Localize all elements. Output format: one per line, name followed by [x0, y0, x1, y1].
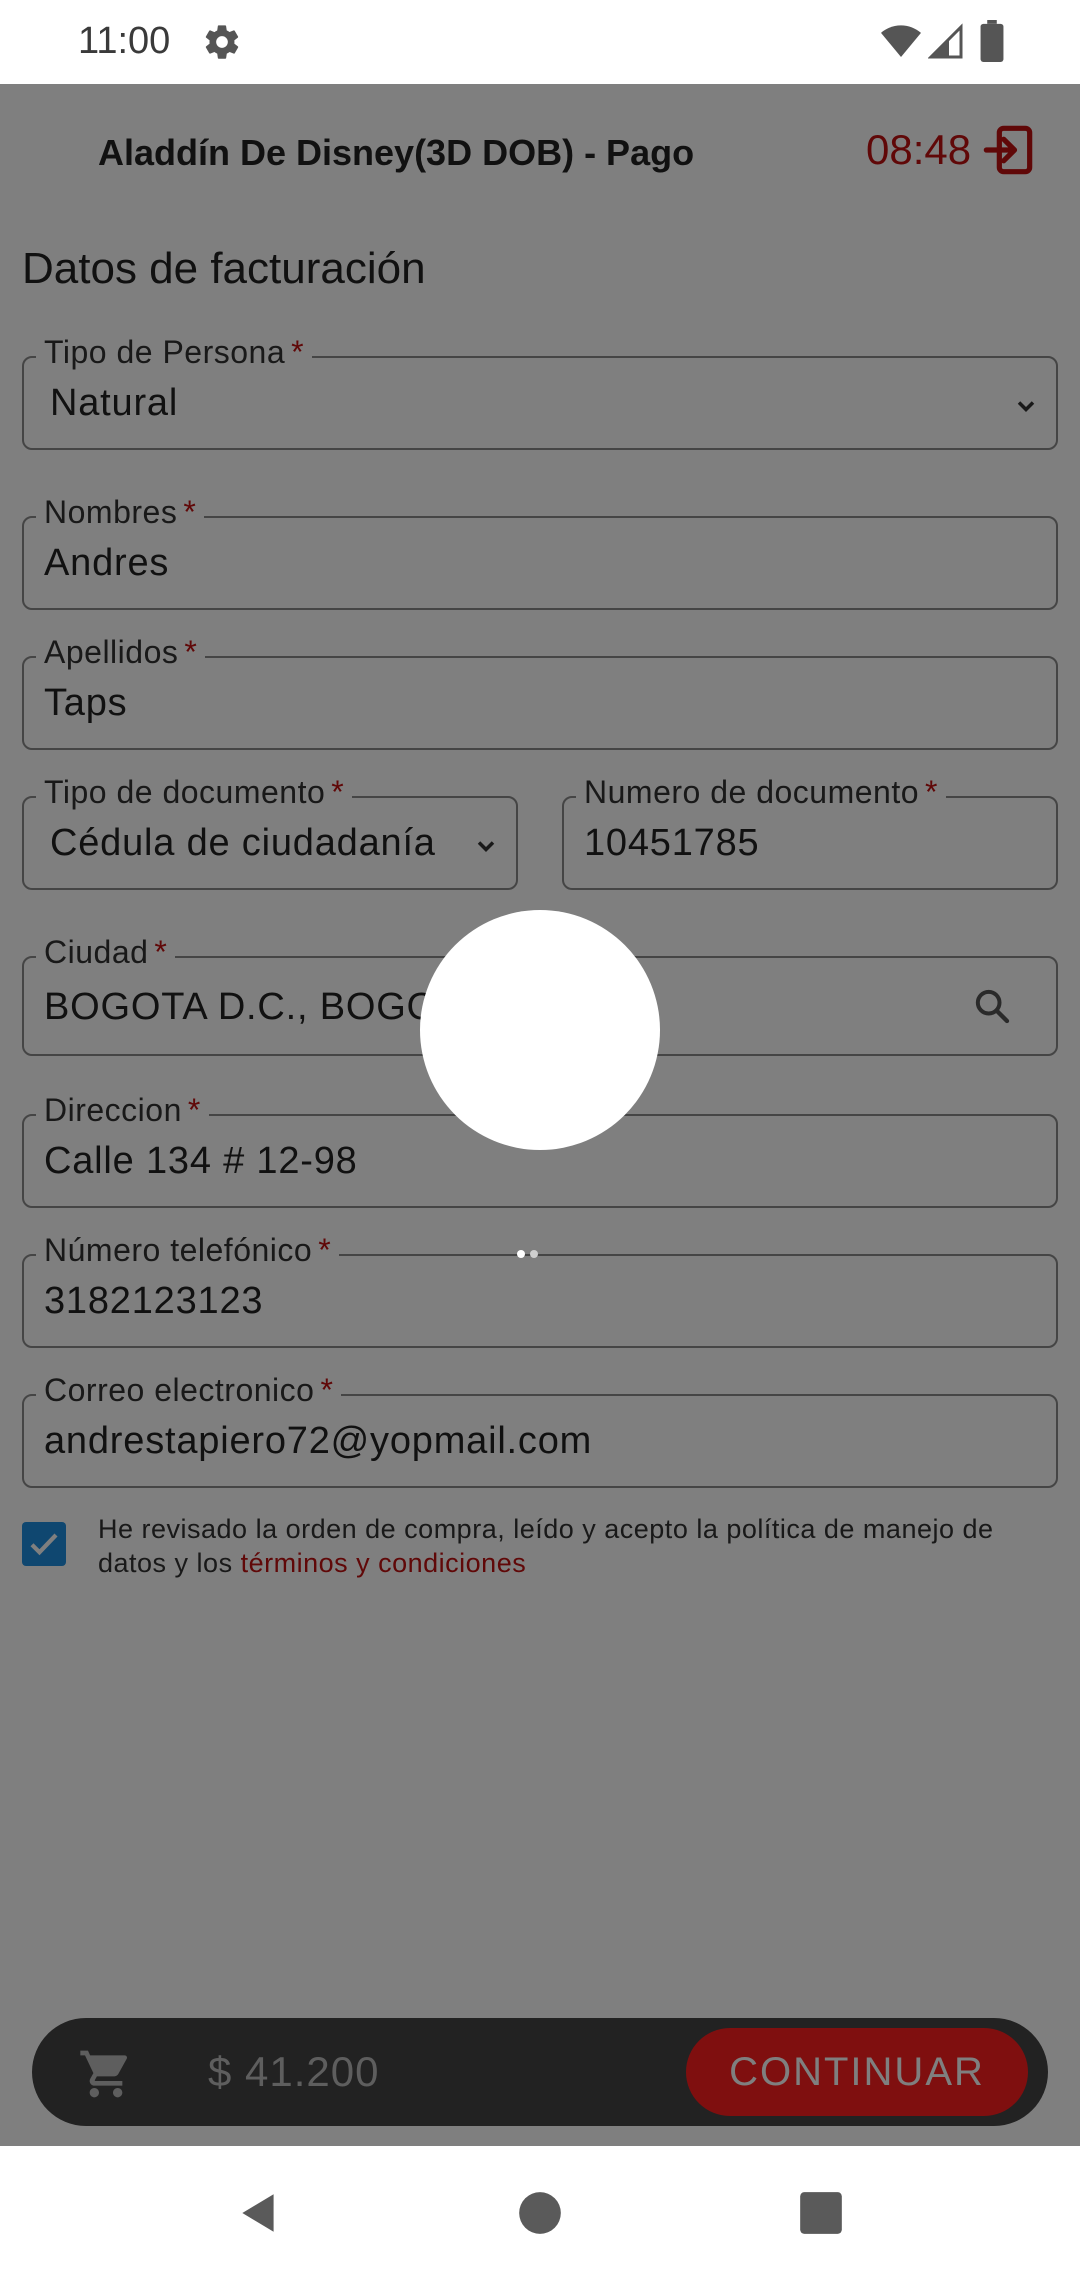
wifi-icon [881, 25, 921, 57]
status-time: 11:00 [78, 20, 171, 62]
back-icon[interactable] [234, 2188, 284, 2238]
loading-dots-icon [517, 1250, 538, 1258]
loading-spinner [420, 910, 660, 1150]
status-bar: 11:00 [0, 0, 1080, 84]
system-nav-bar [0, 2146, 1080, 2280]
home-icon[interactable] [515, 2188, 565, 2238]
gear-icon [205, 25, 239, 59]
recents-icon[interactable] [796, 2188, 846, 2238]
battery-icon [980, 20, 1004, 62]
signal-icon [928, 23, 963, 59]
